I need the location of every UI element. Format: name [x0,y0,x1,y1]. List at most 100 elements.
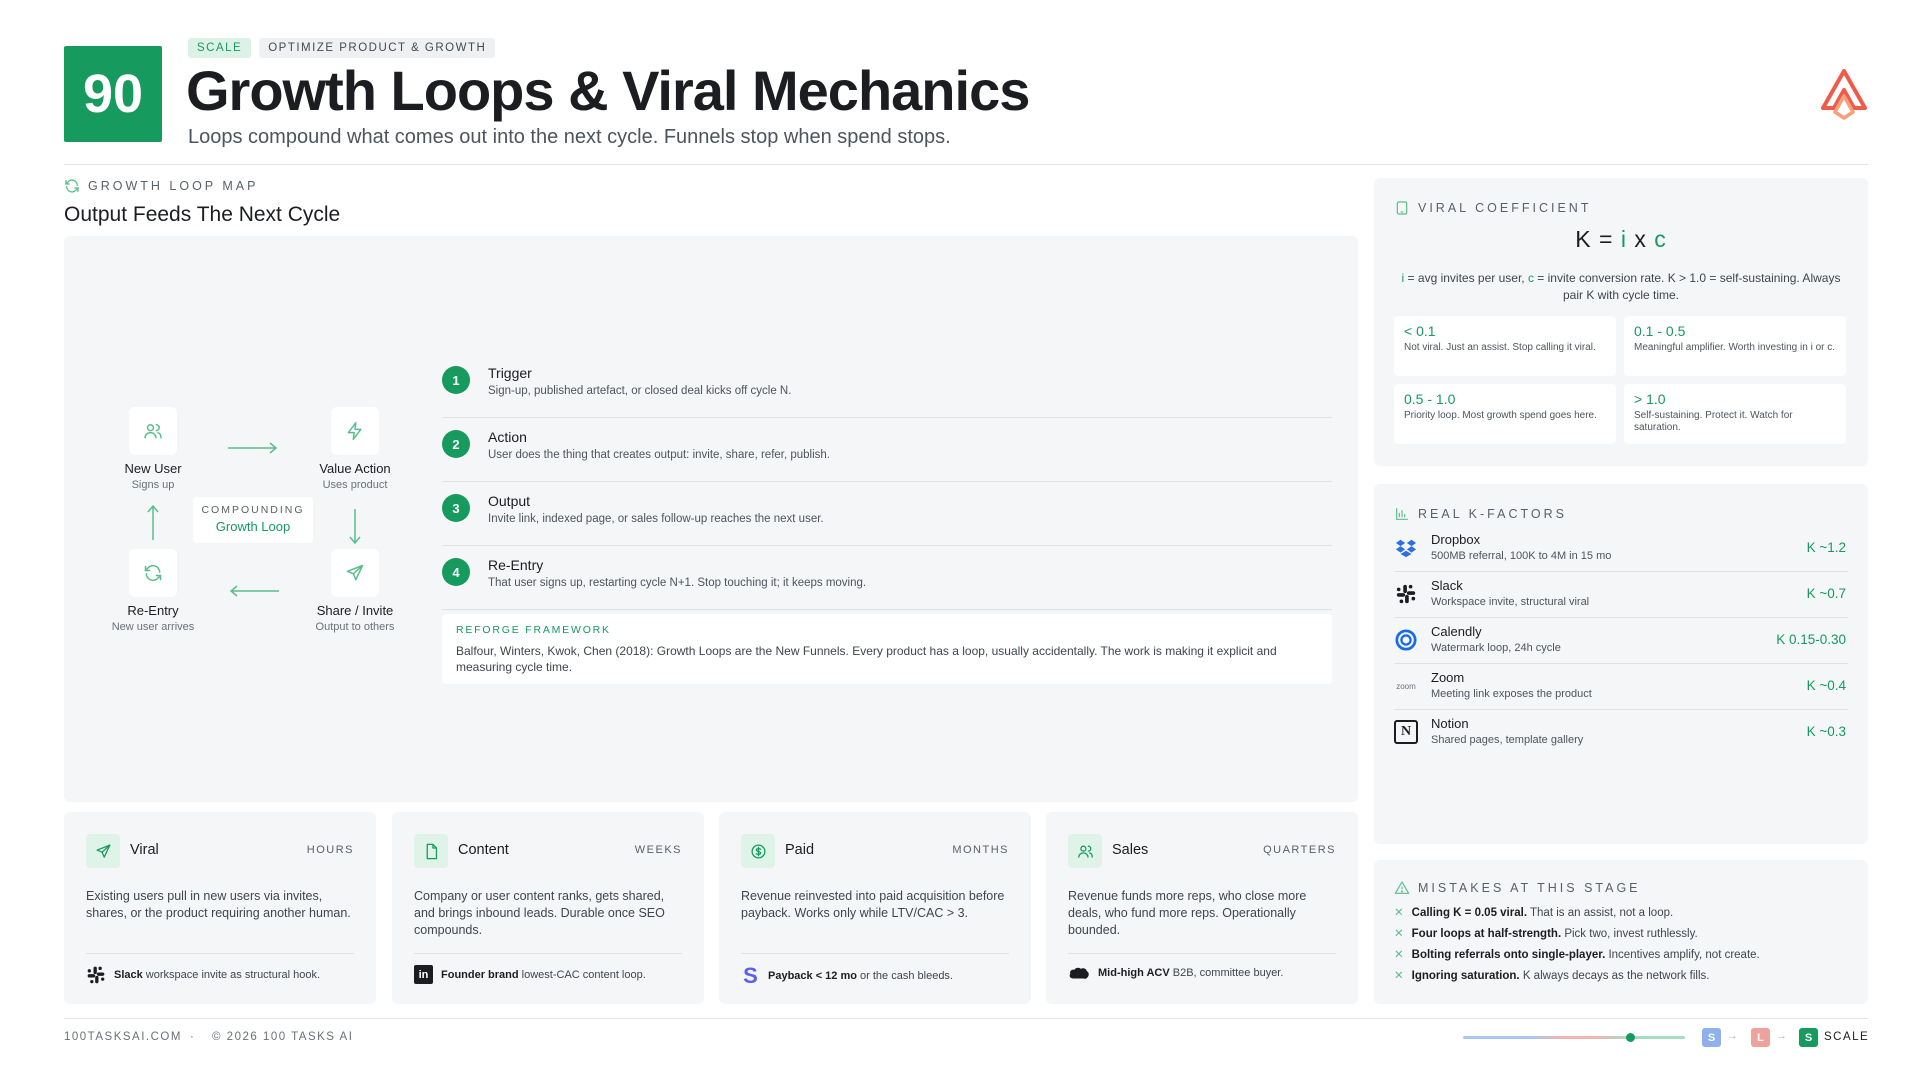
loop-type-example: S Payback < 12 mo or the cash bleeds. [741,963,1009,988]
loop-node-share-invite[interactable]: Share / Invite Output to others [290,549,420,633]
refresh-icon [144,564,162,582]
growth-loop-map-label: GROWTH LOOP MAP [64,178,258,194]
footer-separator: · [190,1031,196,1043]
stage-progress-marker [1625,1033,1635,1042]
stage-badge-launch[interactable]: L [1751,1028,1770,1047]
real-k-factors-label: REAL K-FACTORS [1394,506,1567,522]
node-title: New User [124,461,182,476]
arrow-right-icon: → [1727,1030,1738,1042]
x-icon: ✕ [1394,970,1404,982]
loop-node-new-user[interactable]: New User Signs up [88,407,218,491]
arrow-right-icon: → [1776,1030,1787,1042]
real-k-factors-card: REAL K-FACTORS Dropbox 500MB referral, 1… [1374,484,1868,844]
page-number-badge: 90 [64,46,162,142]
stage-badge-scale[interactable]: S [1799,1028,1818,1047]
linkedin-logo-icon: in [414,965,433,984]
loop-type-desc: Existing users pull in new users via inv… [86,889,351,920]
calendly-logo-icon [1394,628,1418,652]
header-divider [64,164,1868,165]
loop-type-example: in Founder brand lowest-CAC content loop… [414,965,682,984]
reforge-framework-note: REFORGE FRAMEWORK Balfour, Winters, Kwok… [442,614,1332,684]
loop-type-desc: Revenue funds more reps, who close more … [1068,889,1307,937]
k-factor-row-calendly[interactable]: Calendly Watermark loop, 24h cycle K 0.1… [1394,618,1848,664]
k-formula-note: i = avg invites per user, c = invite con… [1401,271,1841,302]
arrow-left-icon [229,585,279,597]
bolt-icon [347,421,362,441]
stage-progress-bar [1463,1036,1685,1039]
x-icon: ✕ [1394,949,1404,961]
dropbox-logo-icon [1394,536,1418,560]
node-title: Share / Invite [316,603,394,618]
k-factor-row-zoom[interactable]: zoom Zoom Meeting link exposes the produ… [1394,664,1848,710]
x-icon: ✕ [1394,907,1404,919]
loop-type-speed: MONTHS [952,844,1009,856]
notion-logo-icon: N [1394,720,1418,744]
loop-type-example: Slack workspace invite as structural hoo… [86,965,354,985]
k-range-box: 0.1 - 0.5 Meaningful amplifier. Worth in… [1624,316,1846,376]
loop-node-re-entry[interactable]: Re-Entry New user arrives [88,549,218,633]
loop-step[interactable]: 2 Action User does the thing that create… [442,418,1332,482]
node-subtitle: New user arrives [111,621,195,633]
loop-step[interactable]: 1 Trigger Sign-up, published artefact, o… [442,354,1332,418]
footer-site-link[interactable]: 100TASKSAI.COM [64,1031,182,1043]
mistake-item: ✕ Calling K = 0.05 viral. That is an assi… [1394,907,1674,919]
loop-map-title: Output Feeds The Next Cycle [64,203,341,226]
k-range-box: < 0.1 Not viral. Just an assist. Stop ca… [1394,316,1616,376]
page-title: Growth Loops & Viral Mechanics [186,59,1030,122]
loop-node-value-action[interactable]: Value Action Uses product [290,407,420,491]
zoom-logo-icon: zoom [1396,681,1416,691]
loop-type-desc: Revenue reinvested into paid acquisition… [741,889,1005,920]
k-range-box: > 1.0 Self-sustaining. Protect it. Watch… [1624,384,1846,444]
send-icon [346,564,364,581]
tablet-icon [1396,201,1408,215]
current-stage-label: SCALE [1824,1031,1870,1043]
tag-scale[interactable]: SCALE [188,38,252,58]
tag-list: SCALE OPTIMIZE PRODUCT & GROWTH [188,38,496,58]
loop-type-card-viral[interactable]: Viral HOURS Existing users pull in new u… [64,812,376,1004]
slack-logo-icon [1394,582,1418,606]
loop-steps-list: 1 Trigger Sign-up, published artefact, o… [442,354,1332,610]
mistakes-label: MISTAKES AT THIS STAGE [1394,880,1641,896]
loop-type-name: Sales [1112,842,1149,858]
mistake-item: ✕ Bolting referrals onto single-player. I… [1394,949,1760,961]
loop-type-speed: WEEKS [634,844,682,856]
loop-map-panel: New User Signs up Value Action Uses prod… [64,236,1358,802]
arrow-right-icon [228,442,278,454]
arrow-up-icon [147,504,159,540]
loop-type-card-paid[interactable]: Paid MONTHS Revenue reinvested into paid… [719,812,1031,1004]
tag-optimize[interactable]: OPTIMIZE PRODUCT & GROWTH [259,38,496,58]
stage-badge-start[interactable]: S [1702,1028,1721,1047]
loop-step[interactable]: 3 Output Invite link, indexed page, or s… [442,482,1332,546]
mistake-item: ✕ Ignoring saturation. K always decays as… [1394,970,1710,982]
k-factor-row-dropbox[interactable]: Dropbox 500MB referral, 100K to 4M in 15… [1394,526,1848,572]
loop-type-card-content[interactable]: Content WEEKS Company or user content ra… [392,812,704,1004]
salesforce-logo-icon [1069,967,1089,979]
loop-type-speed: HOURS [306,844,354,856]
x-icon: ✕ [1394,928,1404,940]
loop-type-speed: QUARTERS [1263,844,1336,856]
node-subtitle: Output to others [315,621,395,633]
node-subtitle: Uses product [322,479,388,491]
mistakes-card: MISTAKES AT THIS STAGE ✕ Calling K = 0.05… [1374,860,1868,1004]
compounding-growth-loop: COMPOUNDING Growth Loop [193,497,313,543]
loop-type-name: Paid [785,842,815,858]
viral-coefficient-label: VIRAL COEFFICIENT [1394,200,1591,216]
k-factor-row-slack[interactable]: Slack Workspace invite, structural viral… [1394,572,1848,618]
warning-icon [1394,881,1410,894]
node-subtitle: Signs up [131,479,175,491]
loop-type-card-sales[interactable]: Sales QUARTERS Revenue funds more reps, … [1046,812,1358,1004]
bar-chart-icon [1396,508,1408,520]
page-subtitle: Loops compound what comes out into the n… [188,126,951,148]
viral-coefficient-card: VIRAL COEFFICIENT K = i x c i = avg invi… [1374,178,1868,466]
arrow-down-icon [349,509,361,545]
users-icon [144,424,162,439]
stripe-logo-icon: S [743,963,758,988]
node-title: Value Action [319,461,391,476]
loop-step[interactable]: 4 Re-Entry That user signs up, restartin… [442,546,1332,610]
brand-logo-icon [1821,69,1867,120]
k-factor-row-notion[interactable]: N Notion Shared pages, template gallery … [1394,710,1848,756]
k-range-box: 0.5 - 1.0 Priority loop. Most growth spe… [1394,384,1616,444]
node-title: Re-Entry [127,603,179,618]
mistake-item: ✕ Four loops at half-strength. Pick two, … [1394,928,1698,940]
users-icon [1068,834,1102,868]
